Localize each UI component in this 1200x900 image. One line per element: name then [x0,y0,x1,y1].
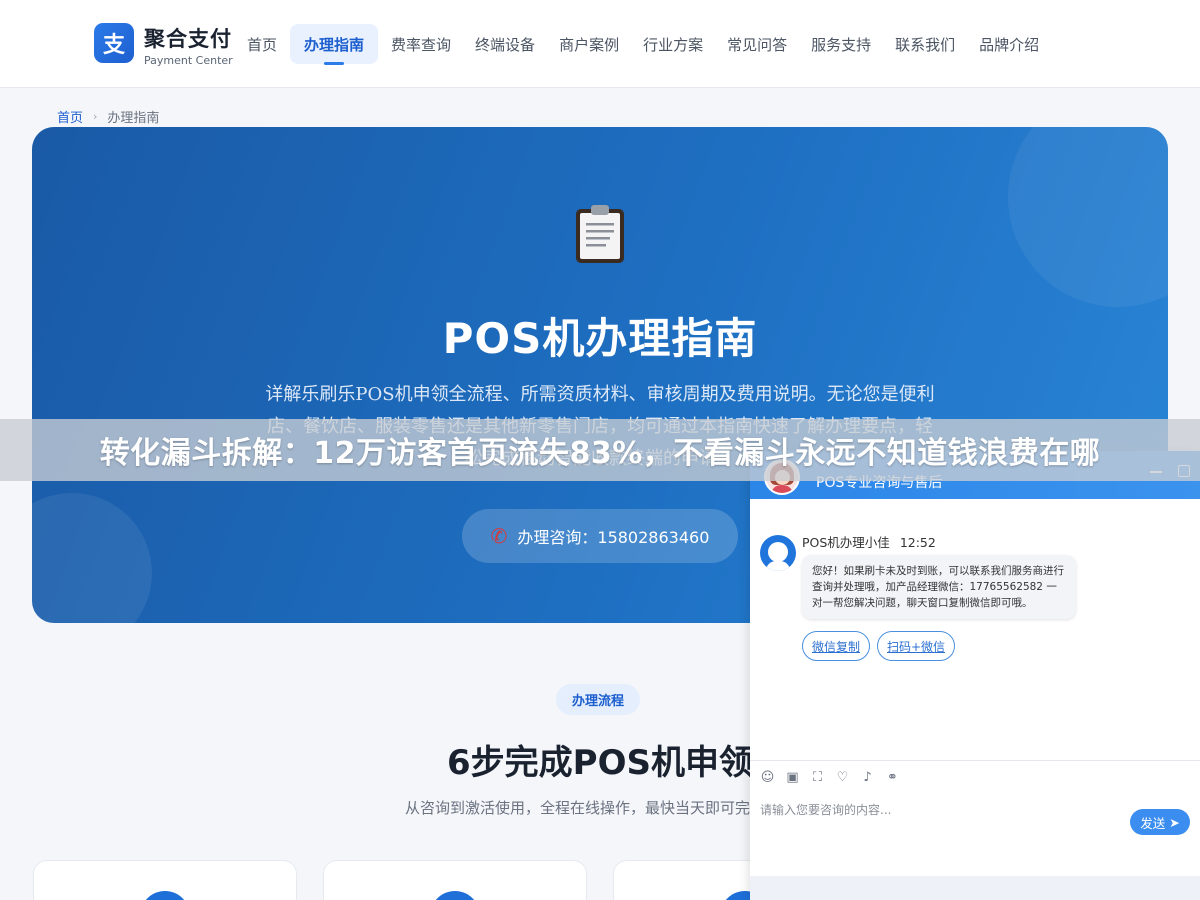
breadcrumb-current: 办理指南 [107,111,160,126]
decor-circle [1008,127,1168,307]
brand-name: 聚合支付 [144,27,232,51]
chat-footer [750,876,1200,900]
nav-item-home[interactable]: 首页 [236,24,288,64]
message-time: 12:52 [899,535,936,550]
nav-item-support[interactable]: 服务支持 [800,24,882,64]
sound-icon[interactable]: ♪ [860,770,875,785]
step-card[interactable] [323,860,587,900]
clipboard-icon [576,205,624,263]
logo-icon[interactable]: 支 [94,23,134,63]
quick-reply-copy-wechat[interactable]: 微信复制 [802,631,871,661]
emoji-icon[interactable]: ☺ [760,770,775,785]
brand[interactable]: 聚合支付 Payment Center [144,26,233,68]
consult-label: 办理咨询：15802863460 [517,528,710,547]
send-button[interactable]: 发送 ➤ [1130,809,1190,835]
nav-item-guide[interactable]: 办理指南 [290,24,379,65]
rating-icon[interactable]: ♡ [835,770,850,785]
site-header: 支 聚合支付 Payment Center 首页 办理指南 费率查询 终端设备 … [0,0,1200,88]
logo-char: 支 [102,33,125,58]
overlay-caption-text: 转化漏斗拆解：12万访客首页流失83%，不看漏斗永远不知道钱浪费在哪 [99,436,1101,471]
main-nav: 首页 办理指南 费率查询 终端设备 商户案例 行业方案 常见问答 服务支持 联系… [236,24,1050,65]
screenshot-icon[interactable]: ⛶ [810,770,825,785]
agent-avatar [760,535,796,571]
nav-item-cases[interactable]: 商户案例 [548,24,630,64]
send-arrow-icon: ➤ [1169,814,1180,830]
divider [750,760,1200,761]
nav-item-rates[interactable]: 费率查询 [380,24,462,64]
chat-widget: POS专业咨询与售后 POS机办理小佳 12:52 您好！如果刷卡未及时到账，可以… [750,451,1200,900]
breadcrumb-home[interactable]: 首页 [57,107,83,126]
step-card[interactable] [33,860,297,900]
overlay-caption-banner: 转化漏斗拆解：12万访客首页流失83%，不看漏斗永远不知道钱浪费在哪 [0,419,1200,481]
phone-icon: ✆ [490,524,508,548]
nav-item-brand[interactable]: 品牌介绍 [968,24,1050,64]
nav-item-solutions[interactable]: 行业方案 [632,24,714,64]
step-number-badge [140,891,190,900]
chat-toolbar: ☺ ▣ ⛶ ♡ ♪ ⚭ [760,770,900,785]
chat-message-bubble: 您好！如果刷卡未及时到账，可以联系我们服务商进行查询并处理哦，加产品经理微信：1… [802,555,1076,619]
send-label: 发送 [1140,815,1166,831]
section-pill: 办理流程 [556,684,641,715]
nav-item-devices[interactable]: 终端设备 [464,24,546,64]
hero-title: POS机办理指南 [442,314,758,363]
wechat-icon[interactable]: ⚭ [885,770,900,785]
agent-name: POS机办理小佳 [802,535,890,550]
decor-circle [32,493,152,623]
breadcrumb-separator: › [93,110,98,123]
chat-message-input[interactable] [760,798,1120,822]
brand-subtitle: Payment Center [144,54,233,67]
image-icon[interactable]: ▣ [785,770,800,785]
agent-meta: POS机办理小佳 12:52 [802,532,936,551]
nav-item-faq[interactable]: 常见问答 [716,24,798,64]
breadcrumb: 首页 › 办理指南 [57,107,159,126]
consult-phone-button[interactable]: ✆ 办理咨询：15802863460 [462,509,738,563]
quick-reply-scan-wechat[interactable]: 扫码+微信 [877,631,956,661]
step-number-badge [430,891,480,900]
nav-item-contact[interactable]: 联系我们 [884,24,966,64]
